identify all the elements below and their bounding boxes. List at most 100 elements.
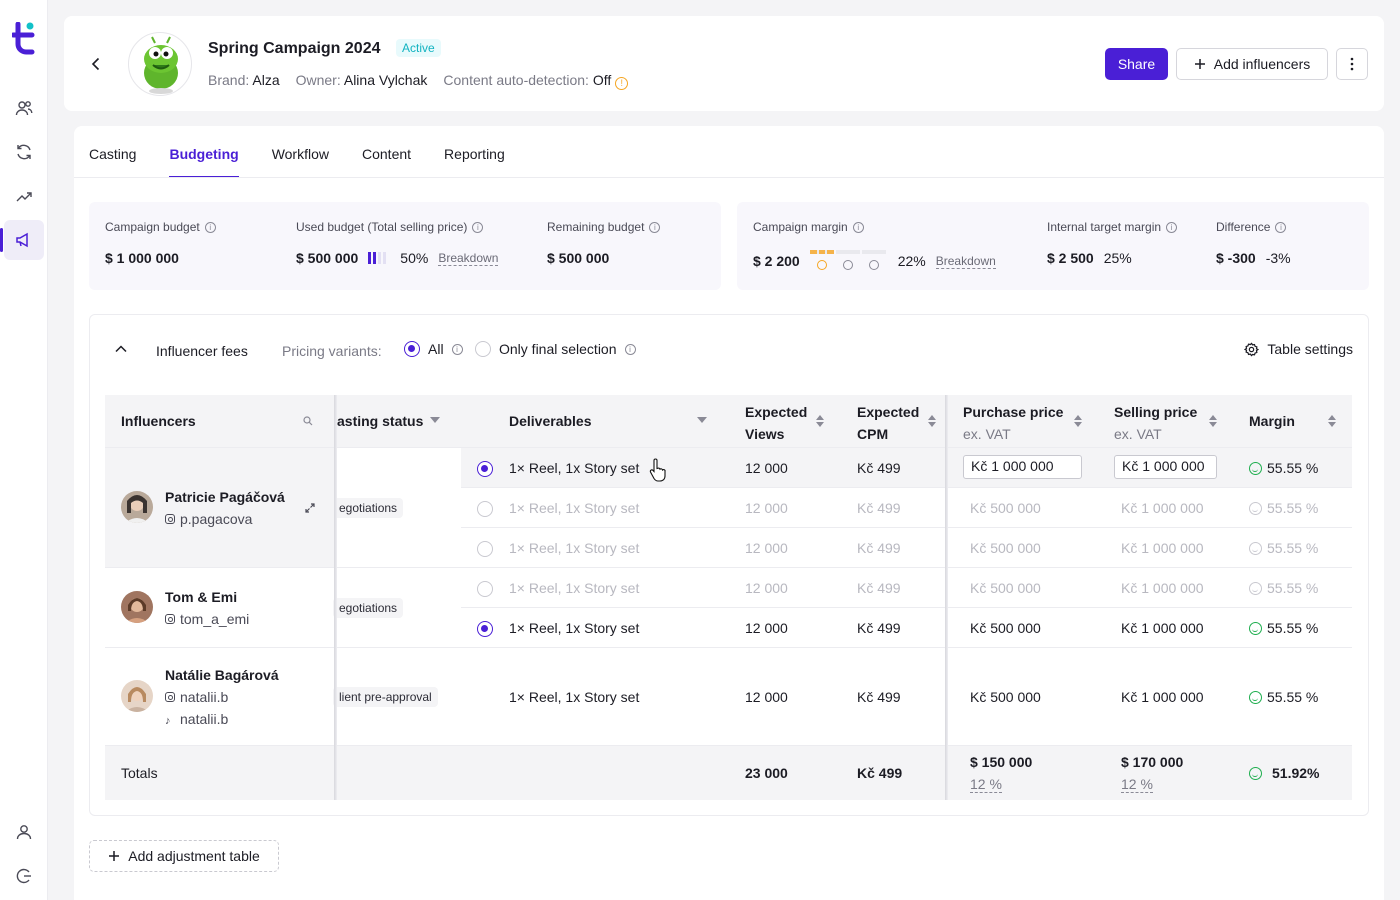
selling-price-cell[interactable]: Kč 1 000 000 xyxy=(1121,580,1204,596)
campaign-margin-percent: 22% xyxy=(897,253,926,269)
sort-icon[interactable] xyxy=(816,415,824,427)
purchase-price-cell[interactable]: Kč 500 000 xyxy=(970,689,1041,705)
campaign-title: Spring Campaign 2024 xyxy=(208,40,381,57)
tab-content[interactable]: Content xyxy=(362,146,411,178)
info-icon[interactable]: i xyxy=(451,343,463,355)
views-cell: 12 000 xyxy=(745,620,788,636)
campaign-meta: Brand: Alza Owner: Alina Vylchak Content… xyxy=(208,72,629,90)
happy-face-icon xyxy=(1249,502,1262,515)
totals-selling-percent[interactable]: 12 % xyxy=(1121,776,1153,793)
expand-icon[interactable] xyxy=(305,503,315,513)
target-margin-value: $ 2 500 xyxy=(1047,250,1094,266)
nav-campaigns-icon[interactable] xyxy=(0,220,44,260)
views-cell: 12 000 xyxy=(745,689,788,705)
budget-breakdown-link[interactable]: Breakdown xyxy=(438,251,499,266)
radio-final[interactable] xyxy=(475,341,491,357)
influencer-fees-section: Influencer fees Pricing variants: All i … xyxy=(89,314,1369,816)
pricing-variants-label: Pricing variants: xyxy=(282,343,382,359)
col-margin: Margin xyxy=(1233,395,1352,447)
views-cell: 12 000 xyxy=(745,580,788,596)
used-budget-kpi: Used budget (Total selling price) i $ 500… xyxy=(296,220,499,266)
influencer-name[interactable]: Patricie Pagáčová xyxy=(165,489,285,505)
brand-avatar xyxy=(128,32,192,96)
nav-profile-icon[interactable] xyxy=(4,812,44,852)
fees-title: Influencer fees xyxy=(156,343,248,359)
chevron-up-icon[interactable] xyxy=(114,342,128,356)
happy-face-icon xyxy=(1249,622,1262,635)
purchase-price-cell[interactable]: Kč 500 000 xyxy=(970,540,1041,556)
nav-influencers-icon[interactable] xyxy=(4,88,44,128)
info-icon[interactable]: i xyxy=(204,221,216,233)
nav-logout-icon[interactable] xyxy=(4,856,44,896)
variant-radio-selected[interactable] xyxy=(477,621,493,637)
purchase-price-cell[interactable]: Kč 500 000 xyxy=(970,580,1041,596)
casting-status-chip[interactable]: lient pre-approval xyxy=(333,687,438,707)
variant-radio[interactable] xyxy=(477,541,493,557)
share-button[interactable]: Share xyxy=(1105,48,1168,80)
sort-icon[interactable] xyxy=(1209,415,1217,427)
warning-icon[interactable]: ! xyxy=(615,77,629,90)
filter-icon[interactable] xyxy=(430,417,440,425)
selling-price-cell[interactable]: Kč 1 000 000 xyxy=(1121,620,1204,636)
selling-price-input[interactable]: Kč 1 000 000 xyxy=(1114,455,1217,479)
app-logo-icon[interactable] xyxy=(12,22,36,58)
nav-analytics-icon[interactable] xyxy=(4,176,44,216)
casting-status-chip[interactable]: egotiations xyxy=(333,498,404,518)
tiktok-handle[interactable]: ♪ natalii.b xyxy=(165,711,228,727)
info-icon[interactable]: i xyxy=(1275,221,1287,233)
influencer-name[interactable]: Tom & Emi xyxy=(165,589,237,605)
purchase-price-input[interactable]: Kč 1 000 000 xyxy=(963,455,1082,479)
variant-radio[interactable] xyxy=(477,501,493,517)
remaining-budget-value: $ 500 000 xyxy=(547,250,610,266)
sort-icon[interactable] xyxy=(1328,415,1336,427)
add-adjustment-table-button[interactable]: Add adjustment table xyxy=(89,840,279,872)
filter-icon[interactable] xyxy=(697,417,707,425)
selling-price-cell[interactable]: Kč 1 000 000 xyxy=(1121,500,1204,516)
owner-meta: Owner: Alina Vylchak xyxy=(295,72,428,88)
selling-price-cell[interactable]: Kč 1 000 000 xyxy=(1121,540,1204,556)
purchase-price-cell[interactable]: Kč 500 000 xyxy=(970,620,1041,636)
campaign-margin-kpi: Campaign margin i $ 2 200 22% Breakdown xyxy=(753,220,996,272)
info-icon[interactable]: i xyxy=(1166,221,1178,233)
tab-workflow[interactable]: Workflow xyxy=(272,146,329,178)
pricing-variant-all[interactable]: All i xyxy=(404,341,463,357)
deliverable-cell: 1× Reel, 1x Story set xyxy=(509,620,640,636)
tiktok-icon: ♪ xyxy=(165,715,171,727)
more-options-button[interactable] xyxy=(1336,48,1368,80)
margin-breakdown-link[interactable]: Breakdown xyxy=(935,254,996,269)
instagram-handle[interactable]: p.pagacova xyxy=(165,511,252,527)
tab-budgeting[interactable]: Budgeting xyxy=(169,146,239,178)
instagram-handle[interactable]: tom_a_emi xyxy=(165,611,249,627)
instagram-handle[interactable]: natalii.b xyxy=(165,689,228,705)
tab-reporting[interactable]: Reporting xyxy=(444,146,505,178)
col-selling-price: Selling price ex. VAT xyxy=(1098,395,1233,447)
sort-icon[interactable] xyxy=(928,415,936,427)
info-icon[interactable]: i xyxy=(624,343,636,355)
selling-price-cell[interactable]: Kč 1 000 000 xyxy=(1121,689,1204,705)
pricing-variant-final[interactable]: Only final selection i xyxy=(475,341,636,357)
search-icon[interactable] xyxy=(303,416,313,426)
influencer-name[interactable]: Natálie Bagárová xyxy=(165,667,279,683)
casting-status-chip[interactable]: egotiations xyxy=(333,598,404,618)
tab-casting[interactable]: Casting xyxy=(89,146,136,178)
views-cell: 12 000 xyxy=(745,460,788,476)
purchase-price-cell[interactable]: Kč 500 000 xyxy=(970,500,1041,516)
row-divider xyxy=(105,647,1352,648)
radio-all[interactable] xyxy=(404,341,420,357)
variant-radio[interactable] xyxy=(477,581,493,597)
margin-cell: 55.55 % xyxy=(1249,580,1318,596)
info-icon[interactable]: i xyxy=(852,221,864,233)
totals-margin: 51.92% xyxy=(1249,765,1319,781)
back-arrow-icon[interactable] xyxy=(86,54,106,74)
difference-value: $ -300 xyxy=(1216,250,1256,266)
avatar xyxy=(121,491,153,523)
info-icon[interactable]: i xyxy=(472,221,484,233)
sort-icon[interactable] xyxy=(1074,415,1082,427)
table-settings-button[interactable]: Table settings xyxy=(1244,341,1353,357)
totals-purchase-percent[interactable]: 12 % xyxy=(970,776,1002,793)
nav-sync-icon[interactable] xyxy=(4,132,44,172)
add-influencers-button[interactable]: Add influencers xyxy=(1176,48,1328,80)
info-icon[interactable]: i xyxy=(649,221,661,233)
cpm-cell: Kč 499 xyxy=(857,689,901,705)
variant-radio-selected[interactable] xyxy=(477,461,493,477)
